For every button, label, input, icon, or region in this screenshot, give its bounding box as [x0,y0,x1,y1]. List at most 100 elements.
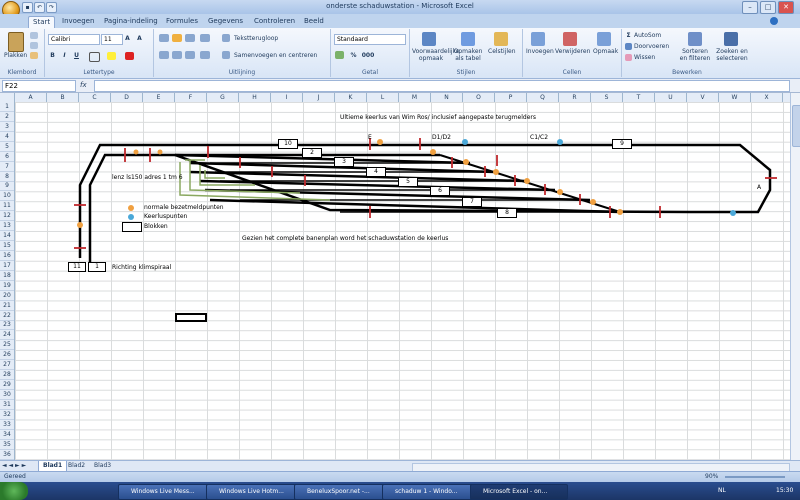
column-header[interactable]: P [495,93,527,102]
find-select-button[interactable]: Zoeken en selecteren [714,48,750,62]
column-header[interactable]: R [559,93,591,102]
row-header[interactable]: 9 [0,181,14,192]
row-header[interactable]: 5 [0,142,14,152]
maximize-button[interactable]: □ [760,1,776,14]
fill-color-icon[interactable] [107,52,116,60]
row-header[interactable]: 31 [0,400,14,410]
cell-grid[interactable] [15,102,790,460]
row-header[interactable]: 1 [0,102,14,112]
column-header[interactable]: Q [527,93,559,102]
align-middle-icon[interactable] [172,34,182,42]
tab-controleren[interactable]: Controleren [250,16,299,27]
column-header[interactable]: L [367,93,399,102]
row-header[interactable]: 4 [0,132,14,142]
row-header[interactable]: 29 [0,380,14,391]
column-header[interactable]: D [111,93,143,102]
wrap-text-button[interactable]: Tekstterugloop [234,35,278,42]
task-schaduw[interactable]: schaduw 1 - Windo... [382,484,480,500]
format-cells-icon[interactable] [597,32,611,46]
autosum-button[interactable]: AutoSom [634,32,661,39]
tab-gegevens[interactable]: Gegevens [204,16,247,27]
column-header[interactable]: V [687,93,719,102]
format-cells-button[interactable]: Opmaak [593,48,618,55]
column-header[interactable]: G [207,93,239,102]
select-all-corner[interactable] [0,93,15,102]
italic-button[interactable]: I [60,51,69,60]
cut-icon[interactable] [30,32,38,39]
insert-cells-icon[interactable] [531,32,545,46]
row-header[interactable]: 30 [0,390,14,400]
task-excel[interactable]: Microsoft Excel - on... [470,484,568,500]
name-box[interactable]: F22 [2,80,76,92]
column-header[interactable]: T [623,93,655,102]
selected-cell[interactable] [175,313,207,322]
tab-formules[interactable]: Formules [162,16,202,27]
row-header[interactable]: 34 [0,430,14,440]
vertical-scrollbar[interactable] [790,93,800,460]
tab-start[interactable]: Start [28,16,56,28]
row-header[interactable]: 13 [0,221,14,232]
align-left-icon[interactable] [159,51,169,59]
row-header[interactable]: 19 [0,281,14,291]
minimize-button[interactable]: – [742,1,758,14]
format-table-icon[interactable] [461,32,475,46]
fill-icon[interactable] [625,43,632,50]
column-header[interactable]: U [655,93,687,102]
percent-button[interactable]: % [349,51,358,60]
help-icon[interactable] [770,17,778,25]
currency-icon[interactable] [335,51,344,59]
row-header[interactable]: 17 [0,261,14,271]
align-top-icon[interactable] [159,34,169,42]
row-header[interactable]: 8 [0,172,14,182]
row-header[interactable]: 14 [0,231,14,242]
scroll-thumb[interactable] [792,105,800,147]
number-format-combo[interactable]: Standaard [334,34,406,45]
delete-cells-button[interactable]: Verwijderen [555,48,590,55]
bold-button[interactable]: B [48,51,57,60]
column-header[interactable]: F [175,93,207,102]
align-right-icon[interactable] [185,51,195,59]
column-header[interactable]: S [591,93,623,102]
row-header[interactable]: 12 [0,211,14,222]
row-header[interactable]: 10 [0,191,14,202]
tab-pagina-indeling[interactable]: Pagina-indeling [100,16,162,27]
row-header[interactable]: 28 [0,370,14,381]
row-header[interactable]: 2 [0,112,14,122]
underline-button[interactable]: U [72,51,81,60]
row-header[interactable]: 35 [0,440,14,450]
paste-button[interactable]: Plakken [4,52,27,59]
delete-cells-icon[interactable] [563,32,577,46]
row-header[interactable]: 15 [0,241,14,252]
autosum-icon[interactable]: Σ [624,31,633,40]
orientation-icon[interactable] [200,34,210,42]
undo-icon[interactable]: ↶ [34,2,45,13]
row-header[interactable]: 21 [0,301,14,311]
indent-icon[interactable] [200,51,210,59]
column-header[interactable]: H [239,93,271,102]
column-header[interactable]: I [271,93,303,102]
redo-icon[interactable]: ↷ [46,2,57,13]
zoom-slider[interactable] [725,476,785,478]
sheet-nav-icon[interactable]: ◄ ◄ ► ► [2,462,26,469]
column-header[interactable]: O [463,93,495,102]
row-header[interactable]: 36 [0,450,14,460]
cell-styles-icon[interactable] [494,32,508,46]
close-button[interactable]: ✕ [778,1,794,14]
row-header[interactable]: 7 [0,162,14,172]
align-bottom-icon[interactable] [185,34,195,42]
start-button[interactable] [0,482,28,500]
save-icon[interactable]: ▪ [22,2,33,13]
font-name-combo[interactable]: Calibri [48,34,100,45]
paste-icon[interactable] [8,32,24,52]
row-header[interactable]: 26 [0,350,14,361]
format-table-button[interactable]: Opmaken als tabel [453,48,483,62]
row-header[interactable]: 33 [0,420,14,430]
clear-icon[interactable] [625,54,632,61]
column-header[interactable]: N [431,93,463,102]
conditional-format-button[interactable]: Voorwaardelijke opmaak [412,48,460,62]
sort-filter-button[interactable]: Sorteren en filteren [678,48,712,62]
align-center-icon[interactable] [172,51,182,59]
task-live-hotmail[interactable]: Windows Live Hotm... [206,484,304,500]
sheet-tab-blad3[interactable]: Blad3 [90,461,115,471]
thousands-button[interactable]: 000 [361,51,375,60]
